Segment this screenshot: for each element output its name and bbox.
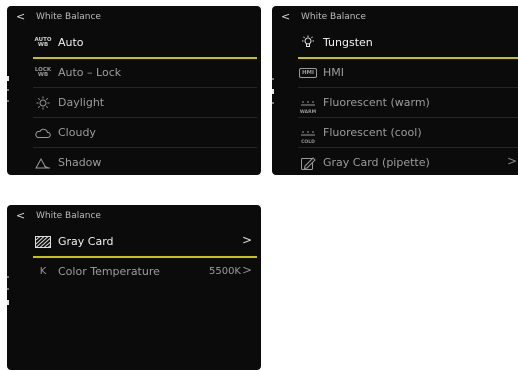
menu-item-label: Shadow [58, 156, 102, 169]
white-balance-screen-3: < White Balance Gray Card > K Color Temp… [7, 205, 261, 370]
fluorescent-warm-icon: WARM [299, 100, 317, 115]
menu-item-tungsten[interactable]: Tungsten [298, 28, 518, 59]
scroll-position-marker [7, 300, 9, 305]
scroll-position-marker [7, 76, 9, 81]
scroll-dot [272, 102, 274, 104]
menu-item-label: Cloudy [58, 126, 96, 139]
screen-title: White Balance [36, 12, 101, 22]
bulb-icon [300, 35, 316, 50]
menu-item-label: Gray Card (pipette) [323, 156, 430, 169]
menu-item-label: Gray Card [58, 235, 114, 248]
screen-header: < White Balance [7, 205, 261, 227]
screen-title: White Balance [36, 211, 101, 221]
chevron-right-icon: > [241, 263, 252, 277]
hmi-icon: HMI [298, 65, 318, 80]
screen-header: < White Balance [7, 6, 261, 28]
chevron-right-icon: > [241, 233, 252, 247]
sun-icon [35, 95, 51, 110]
menu-item-label: Fluorescent (cool) [323, 126, 422, 139]
menu-item-color-temperature[interactable]: K Color Temperature 5500K > [33, 257, 257, 286]
lock-wb-icon: LOCK WB [34, 66, 52, 78]
screen-title: White Balance [301, 12, 366, 22]
scroll-dot [7, 100, 9, 102]
pipette-icon [300, 155, 316, 170]
scroll-dot [272, 78, 274, 80]
fluorescent-cool-icon: COLD [301, 130, 315, 145]
scroll-dot [7, 276, 9, 278]
shadow-icon [35, 155, 51, 170]
menu-item-auto[interactable]: AUTO WB Auto [33, 28, 257, 59]
menu-item-label: Tungsten [323, 36, 373, 49]
scroll-dot [7, 288, 9, 290]
scroll-dot [7, 89, 9, 91]
color-temperature-value: 5500K [208, 266, 241, 277]
menu-item-gray-card[interactable]: Gray Card > [33, 227, 257, 258]
chevron-right-icon: > [506, 154, 517, 168]
menu-item-label: Daylight [58, 96, 105, 109]
menu-item-label: Color Temperature [58, 265, 160, 278]
white-balance-screen-1: < White Balance AUTO WB Auto LOCK WB Auto … [7, 6, 261, 175]
back-button[interactable]: < [16, 9, 25, 25]
gray-card-icon [35, 234, 51, 249]
screen-header: < White Balance [272, 6, 518, 28]
menu-item-auto-lock[interactable]: LOCK WB Auto – Lock [33, 58, 257, 88]
menu-item-label: Fluorescent (warm) [323, 96, 430, 109]
white-balance-screen-2: < White Balance Tungsten HMI HMI WARM Fl… [272, 6, 518, 175]
back-button[interactable]: < [281, 9, 290, 25]
menu-item-label: Auto [58, 36, 84, 49]
auto-wb-icon: AUTO WB [34, 36, 52, 48]
scroll-position-marker [272, 89, 274, 94]
cloud-icon [35, 125, 51, 140]
kelvin-icon: K [39, 266, 47, 277]
menu-item-cloudy[interactable]: Cloudy [33, 118, 257, 148]
menu-item-label: Auto – Lock [58, 66, 122, 79]
menu-item-shadow[interactable]: Shadow [33, 148, 257, 175]
menu-item-fluorescent-warm[interactable]: WARM Fluorescent (warm) [298, 88, 518, 118]
menu-item-fluorescent-cool[interactable]: COLD Fluorescent (cool) [298, 118, 518, 148]
menu-item-label: HMI [323, 66, 345, 79]
back-button[interactable]: < [16, 208, 25, 224]
menu-item-daylight[interactable]: Daylight [33, 88, 257, 118]
menu-item-hmi[interactable]: HMI HMI [298, 58, 518, 88]
menu-item-gray-card-pipette[interactable]: Gray Card (pipette) > [298, 148, 518, 175]
